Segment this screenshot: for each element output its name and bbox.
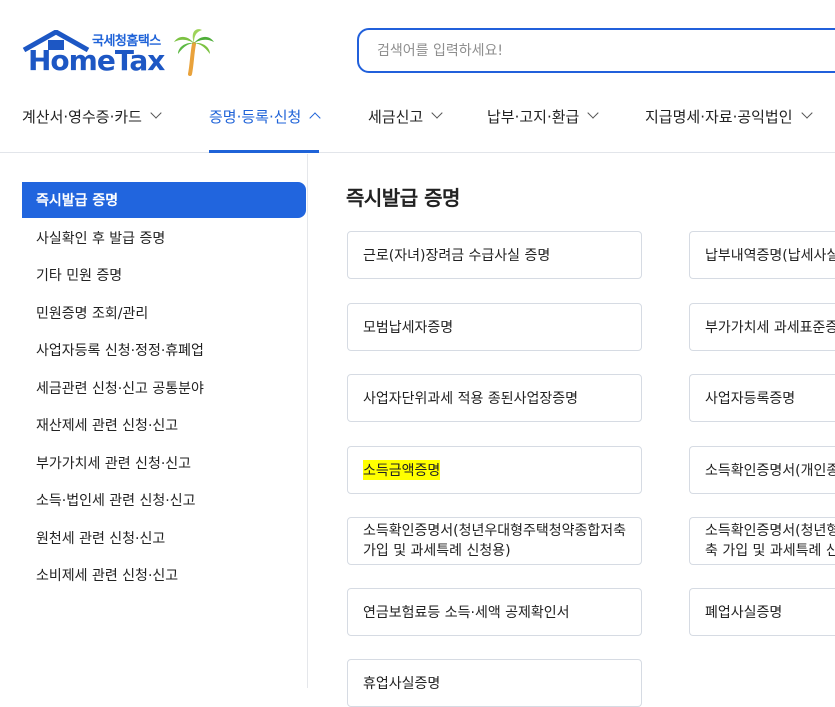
card-earned-income-credit-certificate[interactable]: 근로(자녀)장려금 수급사실 증명 bbox=[347, 231, 642, 279]
card-youth-income-certificate[interactable]: 소득확인증명서(청년형 축 가입 및 과세특례 신 bbox=[689, 517, 835, 565]
nav-label: 증명·등록·신청 bbox=[209, 108, 302, 126]
sidebar-item-label: 민원증명 조회/관리 bbox=[36, 306, 149, 322]
nav-item-payment[interactable]: 납부·고지·환급 bbox=[487, 92, 600, 153]
sidebar-item-income-corporate-tax[interactable]: 소득·법인세 관련 신청·신고 bbox=[22, 482, 306, 518]
palm-tree-icon bbox=[174, 29, 214, 76]
search-input[interactable] bbox=[359, 30, 835, 71]
card-business-suspension-certificate[interactable]: 휴업사실증명 bbox=[347, 659, 642, 707]
card-income-amount-certificate[interactable]: 소득금액증명 bbox=[347, 446, 642, 494]
sidebar-item-withholding-tax[interactable]: 원천세 관련 신청·신고 bbox=[22, 520, 306, 556]
sidebar-item-label: 즉시발급 증명 bbox=[36, 193, 119, 209]
card-model-taxpayer-certificate[interactable]: 모범납세자증명 bbox=[347, 303, 642, 351]
card-business-closure-certificate[interactable]: 폐업사실증명 bbox=[689, 588, 835, 636]
nav-label: 지급명세·자료·공익법인 bbox=[645, 108, 793, 126]
card-personal-income-certificate[interactable]: 소득확인증명서(개인종 bbox=[689, 446, 835, 494]
chevron-down-icon bbox=[800, 107, 813, 119]
card-label: 소득확인증명서(개인종 bbox=[705, 463, 835, 479]
sidebar-item-instant-certificates[interactable]: 즉시발급 증명 bbox=[22, 182, 306, 218]
nav-label: 계산서·영수증·카드 bbox=[22, 108, 142, 126]
nav-label: 납부·고지·환급 bbox=[487, 108, 580, 126]
card-tax-payment-certificate[interactable]: 납부내역증명(납세사실 bbox=[689, 231, 835, 279]
card-label: 폐업사실증명 bbox=[705, 605, 783, 621]
card-label: 사업자단위과세 적용 종된사업장증명 bbox=[363, 391, 578, 407]
nav-item-certificates[interactable]: 증명·등록·신청 bbox=[209, 92, 322, 153]
sidebar-item-label: 소비제세 관련 신청·신고 bbox=[36, 568, 179, 584]
sidebar-item-label: 소득·법인세 관련 신청·신고 bbox=[36, 493, 196, 509]
card-label: 모범납세자증명 bbox=[363, 320, 454, 336]
sidebar-item-vat[interactable]: 부가가치세 관련 신청·신고 bbox=[22, 445, 306, 481]
sidebar-item-consumption-tax[interactable]: 소비제세 관련 신청·신고 bbox=[22, 557, 306, 593]
chevron-up-icon bbox=[309, 112, 322, 124]
hometax-logo[interactable]: 국세청홈택스 HomeTax bbox=[22, 28, 222, 78]
card-label: 부가가치세 과세표준증 bbox=[705, 320, 835, 336]
sidebar-item-other-certificates[interactable]: 기타 민원 증명 bbox=[22, 257, 306, 293]
sidebar-item-label: 재산제세 관련 신청·신고 bbox=[36, 418, 179, 434]
sidebar-item-label: 기타 민원 증명 bbox=[36, 268, 123, 284]
header: 국세청홈택스 HomeTax bbox=[0, 0, 835, 92]
sidebar-item-label: 사업자등록 신청·정정·휴폐업 bbox=[36, 343, 204, 359]
sidebar-item-verified-certificates[interactable]: 사실확인 후 발급 증명 bbox=[22, 220, 306, 256]
card-label: 소득확인증명서(청년형 축 가입 및 과세특례 신 bbox=[705, 523, 835, 559]
nav-label: 세금신고 bbox=[368, 108, 424, 126]
card-pension-deduction-certificate[interactable]: 연금보험료등 소득·세액 공제확인서 bbox=[347, 588, 642, 636]
chevron-down-icon bbox=[587, 107, 600, 119]
nav-item-tax-return[interactable]: 세금신고 bbox=[368, 92, 443, 153]
sidebar-item-property-tax[interactable]: 재산제세 관련 신청·신고 bbox=[22, 407, 306, 443]
card-label: 소득금액증명 bbox=[363, 460, 441, 480]
logo-wordmark: HomeTax bbox=[28, 44, 165, 77]
nav-item-invoices[interactable]: 계산서·영수증·카드 bbox=[22, 92, 162, 153]
sidebar-item-label: 사실확인 후 발급 증명 bbox=[36, 231, 166, 247]
card-label: 연금보험료등 소득·세액 공제확인서 bbox=[363, 605, 570, 621]
card-label: 사업자등록증명 bbox=[705, 391, 796, 407]
nav-item-statements[interactable]: 지급명세·자료·공익법인 bbox=[645, 92, 813, 153]
sidebar-item-label: 원천세 관련 신청·신고 bbox=[36, 531, 166, 547]
top-navigation: 계산서·영수증·카드 증명·등록·신청 세금신고 납부·고지·환급 지급명세·자… bbox=[0, 92, 835, 153]
page-title: 즉시발급 증명 bbox=[346, 186, 460, 210]
sidebar-item-label: 부가가치세 관련 신청·신고 bbox=[36, 456, 192, 472]
chevron-down-icon bbox=[150, 107, 162, 119]
card-label: 소득확인증명서(청년우대형주택청약종합저축 가입 및 과세특례 신청용) bbox=[363, 523, 627, 559]
card-label: 납부내역증명(납세사실 bbox=[705, 248, 835, 264]
card-vat-tax-base-certificate[interactable]: 부가가치세 과세표준증 bbox=[689, 303, 835, 351]
sidebar-item-label: 세금관련 신청·신고 공통분야 bbox=[36, 381, 204, 397]
card-youth-housing-income-certificate[interactable]: 소득확인증명서(청년우대형주택청약종합저축 가입 및 과세특례 신청용) bbox=[347, 517, 642, 565]
sidebar-item-business-registration[interactable]: 사업자등록 신청·정정·휴폐업 bbox=[22, 332, 306, 368]
card-label: 휴업사실증명 bbox=[363, 676, 441, 692]
sidebar-item-certificate-management[interactable]: 민원증명 조회/관리 bbox=[22, 295, 306, 331]
card-subsidiary-workplace-certificate[interactable]: 사업자단위과세 적용 종된사업장증명 bbox=[347, 374, 642, 422]
card-label: 근로(자녀)장려금 수급사실 증명 bbox=[363, 248, 551, 264]
card-business-registration-certificate[interactable]: 사업자등록증명 bbox=[689, 374, 835, 422]
chevron-down-icon bbox=[431, 107, 443, 119]
sidebar-item-common-applications[interactable]: 세금관련 신청·신고 공통분야 bbox=[22, 370, 306, 406]
search-box[interactable] bbox=[357, 28, 835, 73]
